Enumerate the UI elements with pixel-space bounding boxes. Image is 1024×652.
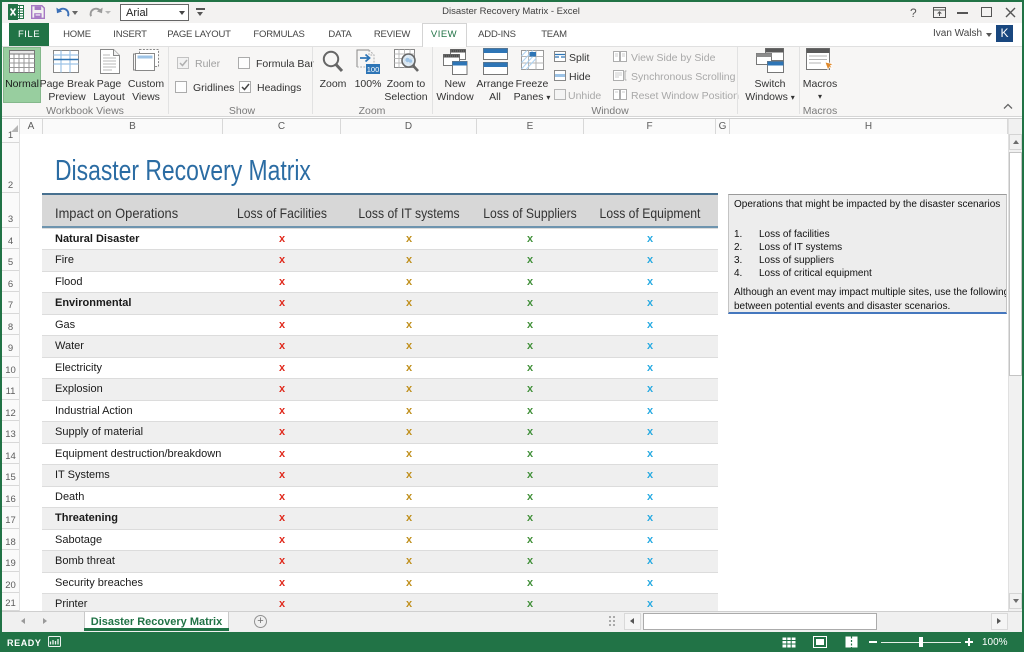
svg-text:100: 100 bbox=[367, 65, 380, 74]
